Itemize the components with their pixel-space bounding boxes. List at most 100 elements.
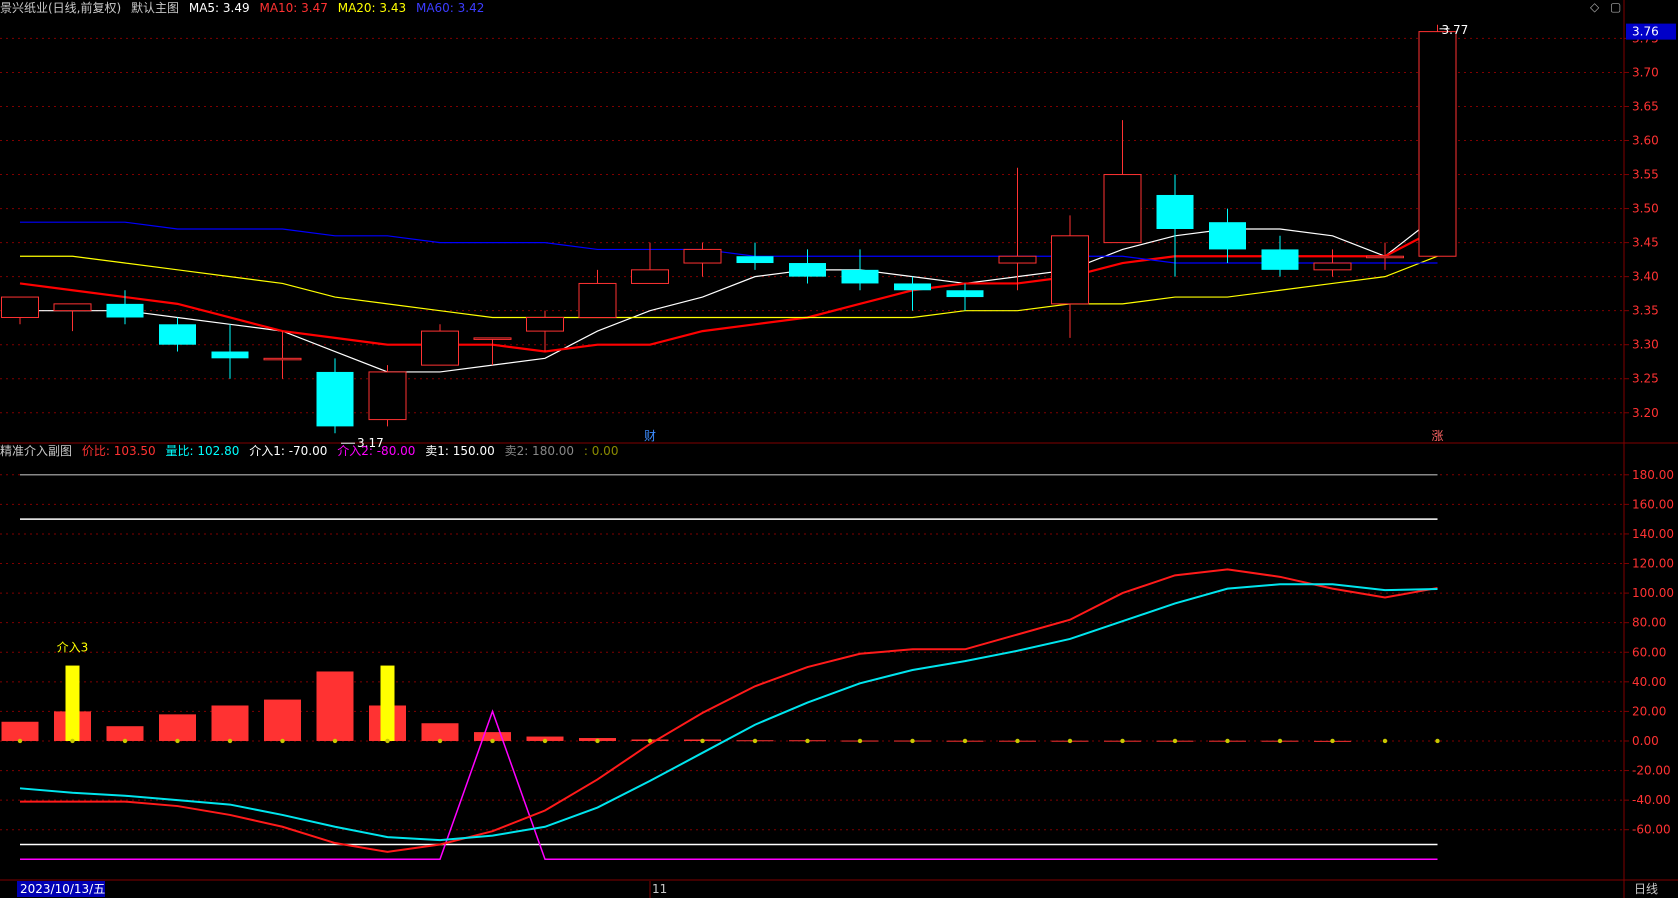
sub-y-tick-label: 120.00 bbox=[1632, 557, 1674, 571]
zero-dot bbox=[17, 738, 23, 744]
main-indicator-name[interactable]: 默认主图 bbox=[131, 1, 179, 15]
last-price-label: 3.76 bbox=[1632, 25, 1659, 39]
main-y-tick-label: 3.50 bbox=[1632, 202, 1659, 216]
jiabi-label: 价比: 103.50 bbox=[81, 444, 156, 458]
candle-body bbox=[1209, 222, 1246, 250]
zero-dot bbox=[1120, 738, 1125, 744]
candle-body bbox=[841, 269, 879, 284]
zero-dot bbox=[962, 738, 968, 744]
entry-signal-bar bbox=[65, 665, 80, 741]
entry-signal-bar bbox=[380, 665, 395, 741]
candle-body bbox=[368, 371, 407, 421]
liangbi-label: 量比: 102.80 bbox=[165, 444, 240, 458]
candle-body bbox=[1156, 194, 1194, 229]
zero-dot bbox=[1225, 738, 1230, 744]
candle-body bbox=[211, 351, 249, 359]
candle-body bbox=[1261, 249, 1299, 270]
zero-dot bbox=[1435, 738, 1440, 744]
main-y-tick-label: 3.35 bbox=[1632, 304, 1659, 318]
zero-dot bbox=[437, 738, 443, 744]
main-y-tick-label: 3.55 bbox=[1632, 168, 1659, 182]
high-price-label: 3.77 bbox=[1442, 23, 1469, 37]
candle-body bbox=[106, 303, 144, 318]
main-y-tick-label: 3.20 bbox=[1632, 406, 1659, 420]
zero-dot bbox=[542, 738, 548, 744]
main-y-tick-label: 3.60 bbox=[1632, 134, 1659, 148]
candle-body bbox=[894, 283, 931, 291]
price-ratio-bar bbox=[316, 671, 354, 741]
candle-body bbox=[1, 296, 39, 318]
price-ratio-bar bbox=[159, 714, 196, 741]
stock-title[interactable]: 景兴纸业(日线,前复权) bbox=[0, 1, 121, 15]
sub-y-tick-label: -60.00 bbox=[1632, 823, 1671, 837]
candle-body bbox=[946, 290, 984, 298]
candle-body bbox=[998, 255, 1037, 264]
zero-dot bbox=[1382, 738, 1388, 744]
zero-dot bbox=[332, 738, 338, 744]
candle-body bbox=[631, 269, 669, 284]
sub-y-tick-label: 80.00 bbox=[1632, 616, 1666, 630]
main-y-tick-label: 3.40 bbox=[1632, 270, 1659, 284]
zero-dot bbox=[857, 738, 863, 744]
candle-body bbox=[1313, 262, 1352, 271]
window-icon[interactable]: ▢ bbox=[1610, 0, 1621, 14]
price-ratio-bar bbox=[264, 699, 301, 741]
candle-body bbox=[1051, 235, 1089, 305]
sub-y-tick-label: 140.00 bbox=[1632, 527, 1674, 541]
main-chart-header: 景兴纸业(日线,前复权) 默认主图 MA5: 3.49 MA10: 3.47 M… bbox=[0, 0, 490, 16]
candle-body bbox=[473, 337, 512, 340]
footer-month: 11 bbox=[652, 882, 667, 896]
footer-period: 日线 bbox=[1634, 882, 1658, 896]
candle-body bbox=[1366, 255, 1404, 259]
event-marker: 财 bbox=[644, 429, 656, 443]
price-ratio-bar bbox=[421, 723, 459, 741]
sub-chart-header: 精准介入副图 价比: 103.50 量比: 102.80 介入1: -70.00… bbox=[0, 443, 624, 459]
sub-y-tick-label: 60.00 bbox=[1632, 645, 1666, 659]
sub-y-tick-label: 160.00 bbox=[1632, 497, 1674, 511]
zero-dot bbox=[70, 738, 75, 744]
sub-y-tick-label: 100.00 bbox=[1632, 586, 1674, 600]
zero-dot bbox=[227, 738, 233, 744]
zero-dot bbox=[752, 738, 758, 744]
zero-dot bbox=[1172, 738, 1178, 744]
pin-icon[interactable]: ◇ bbox=[1590, 0, 1599, 14]
main-y-tick-label: 3.25 bbox=[1632, 372, 1659, 386]
candle-body bbox=[53, 303, 92, 312]
zero-dot bbox=[1277, 738, 1283, 744]
sub-indicator-name[interactable]: 精准介入副图 bbox=[0, 444, 72, 458]
mai1-label: 卖1: 150.00 bbox=[425, 444, 495, 458]
sub-y-tick-label: 180.00 bbox=[1632, 468, 1674, 482]
main-y-tick-label: 3.30 bbox=[1632, 338, 1659, 352]
price-ratio-bar bbox=[1, 721, 39, 741]
ma10-label: MA10: 3.47 bbox=[259, 1, 328, 15]
mai2-label: 卖2: 180.00 bbox=[504, 444, 575, 458]
main-y-tick-label: 3.70 bbox=[1632, 65, 1659, 79]
entry3-annotation: 介入3 bbox=[57, 641, 89, 655]
zero-dot bbox=[490, 738, 495, 744]
main-y-tick-label: 3.65 bbox=[1632, 99, 1659, 113]
candle-body bbox=[736, 256, 774, 264]
zero-dot bbox=[595, 738, 600, 744]
sub-y-tick-label: 0.00 bbox=[1632, 734, 1659, 748]
sub-y-tick-label: 40.00 bbox=[1632, 675, 1666, 689]
zero-dot bbox=[700, 738, 705, 744]
candle-body bbox=[1103, 174, 1142, 244]
jieru2-label: 介入2: -80.00 bbox=[337, 444, 416, 458]
event-marker: 涨 bbox=[1431, 428, 1443, 443]
zero-dot bbox=[385, 738, 390, 744]
ma20-label: MA20: 3.43 bbox=[337, 1, 407, 15]
jieru1-label: 介入1: -70.00 bbox=[249, 444, 328, 458]
candle-body bbox=[1418, 31, 1457, 257]
price-ratio-bar bbox=[211, 705, 249, 741]
main-y-tick-label: 3.45 bbox=[1632, 236, 1659, 250]
zero-dot bbox=[1015, 738, 1020, 744]
ma60-label: MA60: 3.42 bbox=[415, 1, 485, 15]
zero-dot bbox=[175, 738, 180, 744]
zero-dot bbox=[280, 738, 285, 744]
price-ratio-bar bbox=[106, 726, 144, 741]
candle-body bbox=[578, 282, 617, 318]
candle-body bbox=[683, 248, 722, 264]
blank-value-label: : 0.00 bbox=[583, 444, 619, 458]
ma5-label: MA5: 3.49 bbox=[188, 1, 250, 15]
zero-dot bbox=[805, 738, 810, 744]
